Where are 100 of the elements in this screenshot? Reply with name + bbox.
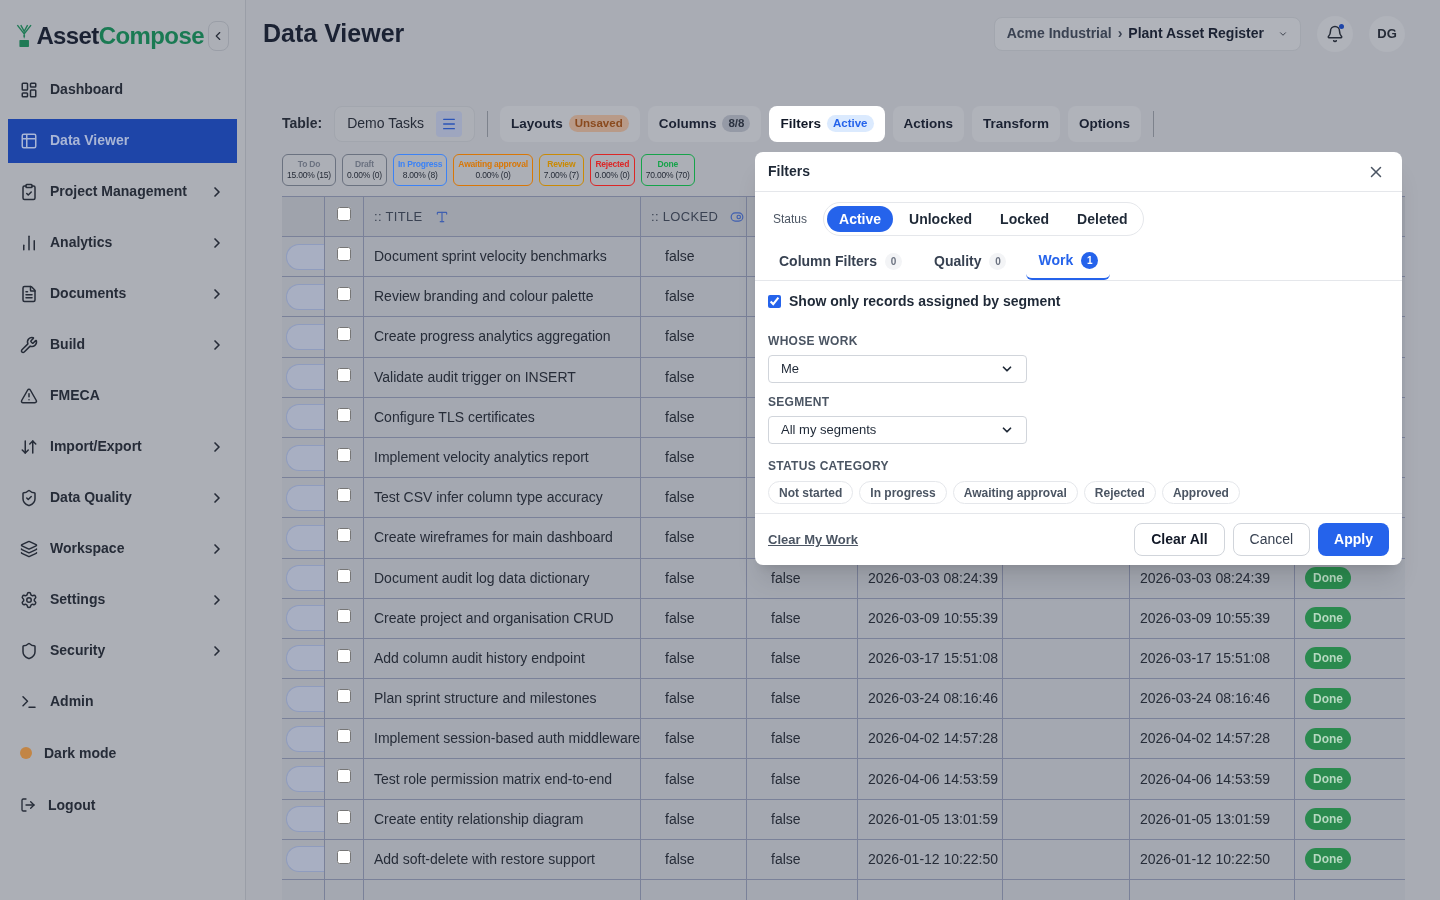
row-checkbox[interactable]	[337, 327, 351, 342]
row-handle[interactable]	[286, 725, 324, 752]
tab-badge: Unsaved	[568, 115, 629, 133]
row-checkbox[interactable]	[337, 488, 351, 503]
notifications-button[interactable]	[1317, 15, 1353, 52]
select-all-checkbox[interactable]	[337, 207, 351, 221]
logout-item[interactable]: Logout	[8, 783, 237, 827]
row-checkbox[interactable]	[337, 608, 351, 623]
table-cell-text: 2026-03-17 15:51:08	[1140, 648, 1270, 668]
sidebar-item[interactable]: Data Quality	[8, 475, 237, 520]
user-avatar[interactable]: DG	[1369, 15, 1405, 52]
row-handle[interactable]	[286, 766, 324, 793]
filter-tab[interactable]: Column Filters 0	[767, 242, 914, 280]
toolbar-tab[interactable]: Options	[1068, 105, 1142, 142]
table-cell-text: false	[771, 648, 801, 668]
row-handle[interactable]	[286, 524, 324, 551]
row-checkbox[interactable]	[337, 287, 351, 302]
toolbar-tab[interactable]: Filters Active	[769, 105, 885, 142]
warning-icon	[20, 386, 38, 405]
status-option[interactable]: Unlocked	[897, 206, 985, 232]
whose-work-select[interactable]: Me	[768, 355, 1027, 383]
table-cell-text: 2026-04-06 14:53:59	[868, 769, 998, 789]
table-cell-text: false	[771, 769, 801, 789]
row-handle[interactable]	[286, 283, 324, 310]
row-checkbox[interactable]	[337, 247, 351, 261]
table-cell-text: false	[665, 247, 695, 267]
row-handle[interactable]	[286, 645, 324, 672]
table-cell-text: Validate audit trigger on INSERT	[374, 367, 576, 387]
row-handle[interactable]	[286, 404, 324, 431]
table-selector[interactable]: Demo Tasks	[334, 105, 475, 142]
column-header[interactable]: :: TITLE	[374, 206, 423, 227]
sidebar-item[interactable]: Dashboard	[8, 67, 237, 112]
status-option[interactable]: Deleted	[1065, 206, 1140, 232]
sidebar-item[interactable]: Security	[8, 628, 237, 673]
table-cell-text: false	[665, 809, 695, 829]
row-handle[interactable]	[286, 685, 324, 712]
toolbar-tab[interactable]: Actions	[892, 105, 964, 142]
status-summary-chip[interactable]: Draft 0.00% (0)	[341, 154, 387, 186]
sidebar-item[interactable]: FMECA	[8, 373, 237, 418]
sidebar-item[interactable]: Import/Export	[8, 424, 237, 469]
row-checkbox[interactable]	[337, 407, 351, 422]
dialog-button[interactable]: Apply	[1318, 523, 1389, 556]
status-badge: Done	[1305, 687, 1351, 710]
row-checkbox[interactable]	[337, 367, 351, 382]
sidebar-item[interactable]: Documents	[8, 271, 237, 316]
workspace-switcher[interactable]: Acme Industrial › Plant Asset Register	[993, 16, 1301, 51]
row-checkbox[interactable]	[337, 689, 351, 704]
clear-my-work-link[interactable]: Clear My Work	[768, 529, 859, 550]
table-cell-text: false	[665, 729, 695, 749]
sidebar-item[interactable]: Settings	[8, 577, 237, 622]
sidebar-item[interactable]: Project Management	[8, 169, 237, 214]
column-header[interactable]: :: LOCKED	[651, 206, 719, 227]
sidebar-item[interactable]: Analytics	[8, 220, 237, 265]
filter-tab[interactable]: Work 1	[1026, 242, 1111, 280]
filter-tab[interactable]: Quality 0	[922, 242, 1019, 280]
status-summary-chip[interactable]: Review 7.00% (7)	[538, 154, 584, 186]
row-handle[interactable]	[286, 323, 324, 350]
shield-icon	[20, 641, 38, 660]
status-summary-chip[interactable]: In Progress 8.00% (8)	[392, 154, 448, 186]
toolbar-tab[interactable]: Transform	[972, 105, 1061, 142]
row-handle[interactable]	[286, 846, 324, 873]
row-handle[interactable]	[286, 605, 324, 632]
sidebar-item[interactable]: Admin	[8, 679, 237, 724]
table-cell-text: false	[665, 608, 695, 628]
dialog-button[interactable]: Cancel	[1232, 523, 1311, 556]
sidebar-item[interactable]: Workspace	[8, 526, 237, 571]
row-handle[interactable]	[286, 484, 324, 511]
table-cell-text: 2026-03-17 15:51:08	[868, 648, 998, 668]
status-summary-chip[interactable]: Rejected 0.00% (0)	[589, 154, 635, 186]
segment-select[interactable]: All my segments	[768, 416, 1027, 444]
row-checkbox[interactable]	[337, 568, 351, 583]
table-cell-text: false	[665, 488, 695, 508]
status-option[interactable]: Active	[827, 206, 894, 232]
collapse-button[interactable]	[207, 21, 229, 51]
row-checkbox[interactable]	[337, 849, 351, 864]
sidebar-item[interactable]: Data Viewer	[8, 118, 237, 163]
row-handle[interactable]	[286, 565, 324, 592]
status-summary-chip[interactable]: Done 70.00% (70)	[640, 154, 695, 186]
row-checkbox[interactable]	[337, 729, 351, 744]
row-checkbox[interactable]	[337, 528, 351, 543]
row-checkbox[interactable]	[337, 648, 351, 663]
status-summary-chip[interactable]: Awaiting approval 0.00% (0)	[453, 154, 533, 186]
sidebar-item[interactable]: Build	[8, 322, 237, 367]
row-handle[interactable]	[286, 806, 324, 833]
row-checkbox[interactable]	[337, 809, 351, 824]
toolbar-tab[interactable]: Columns 8/8	[647, 105, 762, 142]
status-option[interactable]: Locked	[988, 206, 1062, 232]
row-handle[interactable]	[286, 243, 324, 270]
row-checkbox[interactable]	[337, 447, 351, 462]
assigned-only-checkbox[interactable]	[768, 295, 781, 308]
field-label: WHOSE WORK	[768, 333, 859, 350]
menu-icon[interactable]	[436, 110, 462, 137]
status-summary-chip[interactable]: To Do 15.00% (15)	[282, 154, 336, 186]
row-checkbox[interactable]	[337, 769, 351, 784]
row-handle[interactable]	[286, 364, 324, 391]
dark-mode-toggle[interactable]: Dark mode	[8, 731, 237, 775]
checkbox-label: Show only records assigned by segment	[789, 292, 1061, 311]
row-handle[interactable]	[286, 444, 324, 471]
dialog-button[interactable]: Clear All	[1134, 523, 1225, 556]
toolbar-tab[interactable]: Layouts Unsaved	[500, 105, 640, 142]
